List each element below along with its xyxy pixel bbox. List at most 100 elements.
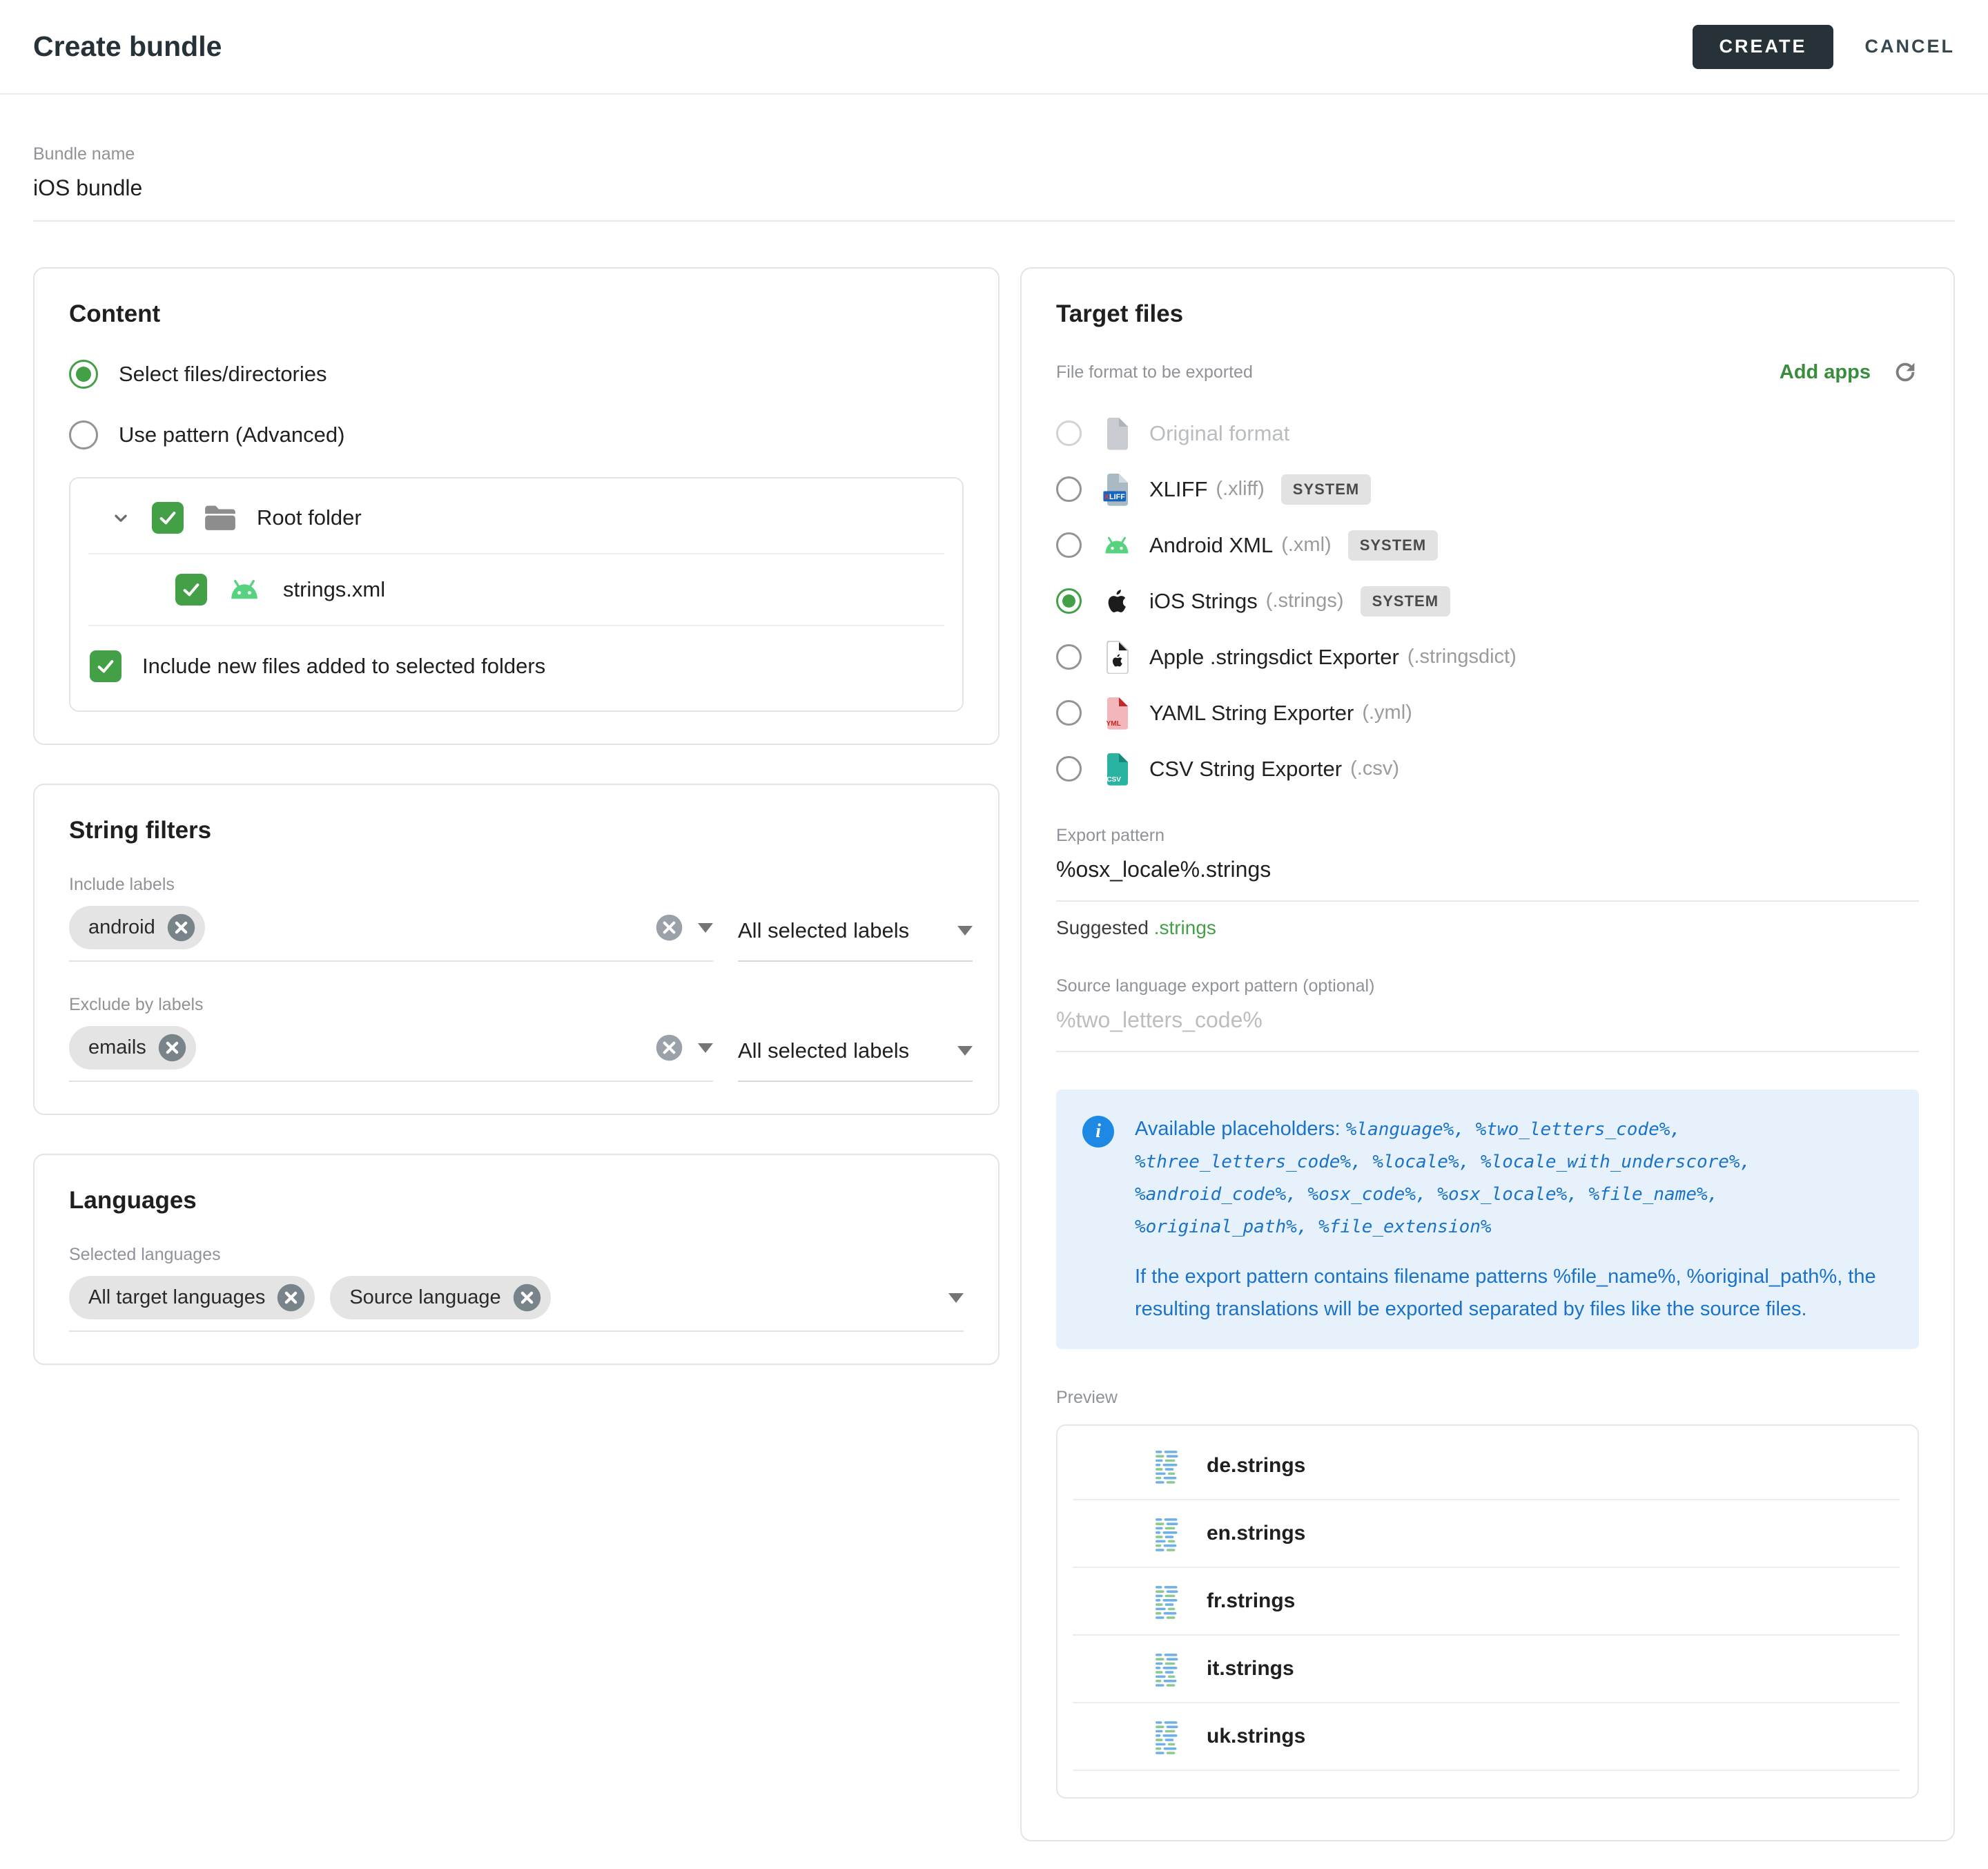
include-labels-field[interactable]: android — [69, 906, 713, 962]
svg-text:CSV: CSV — [1107, 776, 1121, 784]
preview-label: Preview — [1056, 1388, 1919, 1408]
export-pattern-field[interactable]: Export pattern %osx_locale%.strings — [1056, 826, 1919, 902]
strings-file-icon — [1156, 1652, 1185, 1685]
format-option-android-xml[interactable]: Android XML(.xml)SYSTEM — [1056, 517, 1919, 573]
add-apps-link[interactable]: Add apps — [1780, 361, 1871, 384]
strings-file-icon — [1156, 1517, 1185, 1550]
format-option-original-format: Original format — [1056, 405, 1919, 461]
content-card-title: Content — [69, 300, 964, 328]
chevron-down-icon[interactable] — [109, 506, 133, 530]
tree-row-root-folder[interactable]: Root folder — [70, 483, 962, 553]
stringsdict-icon — [1101, 640, 1133, 675]
format-option-xliff[interactable]: XLIFFXLIFF(.xliff)SYSTEM — [1056, 461, 1919, 517]
include-new-files-label: Include new files added to selected fold… — [142, 654, 545, 679]
radio-icon[interactable] — [1056, 644, 1082, 670]
radio-icon[interactable] — [1056, 476, 1082, 502]
chip-label: Source language — [349, 1286, 500, 1309]
radio-icon[interactable] — [69, 360, 98, 389]
bundle-name-field[interactable]: Bundle name iOS bundle — [33, 144, 1955, 222]
format-option-yaml-string-exporter[interactable]: YMLYAML String Exporter(.yml) — [1056, 685, 1919, 741]
clear-icon[interactable] — [654, 913, 684, 942]
top-bar-actions: CREATE CANCEL — [1693, 25, 1955, 69]
radio-icon[interactable] — [1056, 588, 1082, 614]
info-icon: i — [1082, 1116, 1114, 1147]
content-radio-group: Select files/directories Use pattern (Adv… — [69, 360, 964, 449]
format-option-apple-stringsdict-exporter[interactable]: Apple .stringsdict Exporter (.stringsdict… — [1056, 629, 1919, 685]
chip-emails[interactable]: emails — [69, 1026, 196, 1069]
chip-label: android — [88, 916, 155, 939]
tree-row-strings-xml[interactable]: strings.xml — [70, 554, 962, 625]
create-button[interactable]: CREATE — [1693, 25, 1833, 69]
clear-icon[interactable] — [654, 1033, 684, 1063]
suggested-value[interactable]: .strings — [1154, 917, 1216, 938]
csv-icon: CSV — [1101, 752, 1133, 786]
root-folder-checkbox[interactable] — [152, 502, 184, 534]
radio-icon — [1056, 420, 1082, 446]
chip-all-target-languages[interactable]: All target languages — [69, 1276, 315, 1319]
source-pattern-placeholder[interactable]: %two_letters_code% — [1056, 1007, 1919, 1033]
format-label: Apple .stringsdict Exporter — [1149, 645, 1399, 670]
main-content: Bundle name iOS bundle Content Select fi… — [0, 144, 1988, 1869]
preview-divider — [1073, 1770, 1900, 1771]
root-folder-label: Root folder — [257, 505, 362, 530]
xliff-icon: XLIFF — [1101, 472, 1133, 507]
preview-row-uk-strings: uk.strings — [1058, 1703, 1918, 1770]
radio-icon[interactable] — [1056, 700, 1082, 726]
exclude-mode-select[interactable]: All selected labels — [738, 1035, 973, 1082]
exclude-labels-label: Exclude by labels — [69, 995, 964, 1015]
preview-file-name: it.strings — [1207, 1657, 1294, 1681]
svg-text:YML: YML — [1107, 720, 1121, 728]
format-option-csv-string-exporter[interactable]: CSVCSV String Exporter(.csv) — [1056, 741, 1919, 797]
preview-file-name: uk.strings — [1207, 1725, 1305, 1748]
content-card: Content Select files/directories Use patt… — [33, 267, 1000, 745]
chevron-down-icon[interactable] — [698, 1043, 713, 1053]
source-pattern-field[interactable]: Source language export pattern (optional… — [1056, 976, 1919, 1052]
exclude-labels-group: Exclude by labels emails All selected la… — [69, 995, 964, 1082]
export-pattern-value[interactable]: %osx_locale%.strings — [1056, 857, 1919, 882]
include-mode-select[interactable]: All selected labels — [738, 915, 973, 962]
system-badge: SYSTEM — [1348, 530, 1438, 561]
chip-android[interactable]: android — [69, 906, 205, 949]
chip-remove-icon[interactable] — [276, 1283, 306, 1313]
strings-xml-checkbox[interactable] — [175, 574, 207, 606]
apple-icon — [1101, 584, 1133, 619]
chip-source-language[interactable]: Source language — [330, 1276, 550, 1319]
selected-languages-field[interactable]: All target languages Source language — [69, 1276, 964, 1332]
preview-file-list: de.stringsen.stringsfr.stringsit.strings… — [1056, 1424, 1919, 1799]
languages-card: Languages Selected languages All target … — [33, 1154, 1000, 1365]
preview-file-name: de.strings — [1207, 1454, 1305, 1478]
format-extension: (.stringsdict) — [1407, 646, 1517, 668]
file-tree: Root folder strings.xml Include new file… — [69, 477, 964, 712]
format-option-ios-strings[interactable]: iOS Strings(.strings)SYSTEM — [1056, 573, 1919, 629]
refresh-icon[interactable] — [1891, 358, 1919, 386]
include-new-files-checkbox[interactable] — [90, 650, 121, 682]
cancel-button[interactable]: CANCEL — [1865, 36, 1956, 57]
radio-icon[interactable] — [1056, 756, 1082, 782]
radio-icon[interactable] — [1056, 532, 1082, 558]
format-label: XLIFF — [1149, 477, 1207, 502]
file-format-label: File format to be exported — [1056, 362, 1253, 382]
include-mode-value: All selected labels — [738, 918, 909, 943]
chip-remove-icon[interactable] — [512, 1283, 542, 1313]
radio-label: Select files/directories — [119, 362, 327, 387]
radio-icon[interactable] — [69, 420, 98, 449]
chip-remove-icon[interactable] — [166, 913, 196, 942]
strings-file-icon — [1156, 1720, 1185, 1753]
target-files-title: Target files — [1056, 300, 1919, 328]
chip-label: emails — [88, 1036, 146, 1059]
target-files-card: Target files File format to be exported … — [1020, 267, 1955, 1841]
placeholders-intro: Available placeholders: — [1135, 1118, 1341, 1140]
languages-title: Languages — [69, 1187, 964, 1214]
include-new-files-row[interactable]: Include new files added to selected fold… — [70, 626, 962, 706]
preview-row-en-strings: en.strings — [1058, 1500, 1918, 1567]
bundle-name-value[interactable]: iOS bundle — [33, 175, 1955, 201]
chip-remove-icon[interactable] — [157, 1033, 187, 1063]
include-labels-group: Include labels android All selected labe… — [69, 875, 964, 962]
content-radio-select-files-directories[interactable]: Select files/directories — [69, 360, 964, 389]
exclude-labels-field[interactable]: emails — [69, 1026, 713, 1082]
chevron-down-icon[interactable] — [948, 1293, 964, 1303]
chevron-down-icon[interactable] — [698, 923, 713, 933]
format-extension: (.strings) — [1266, 590, 1344, 612]
content-radio-use-pattern-advanced[interactable]: Use pattern (Advanced) — [69, 420, 964, 449]
svg-text:XLIFF: XLIFF — [1104, 492, 1125, 501]
